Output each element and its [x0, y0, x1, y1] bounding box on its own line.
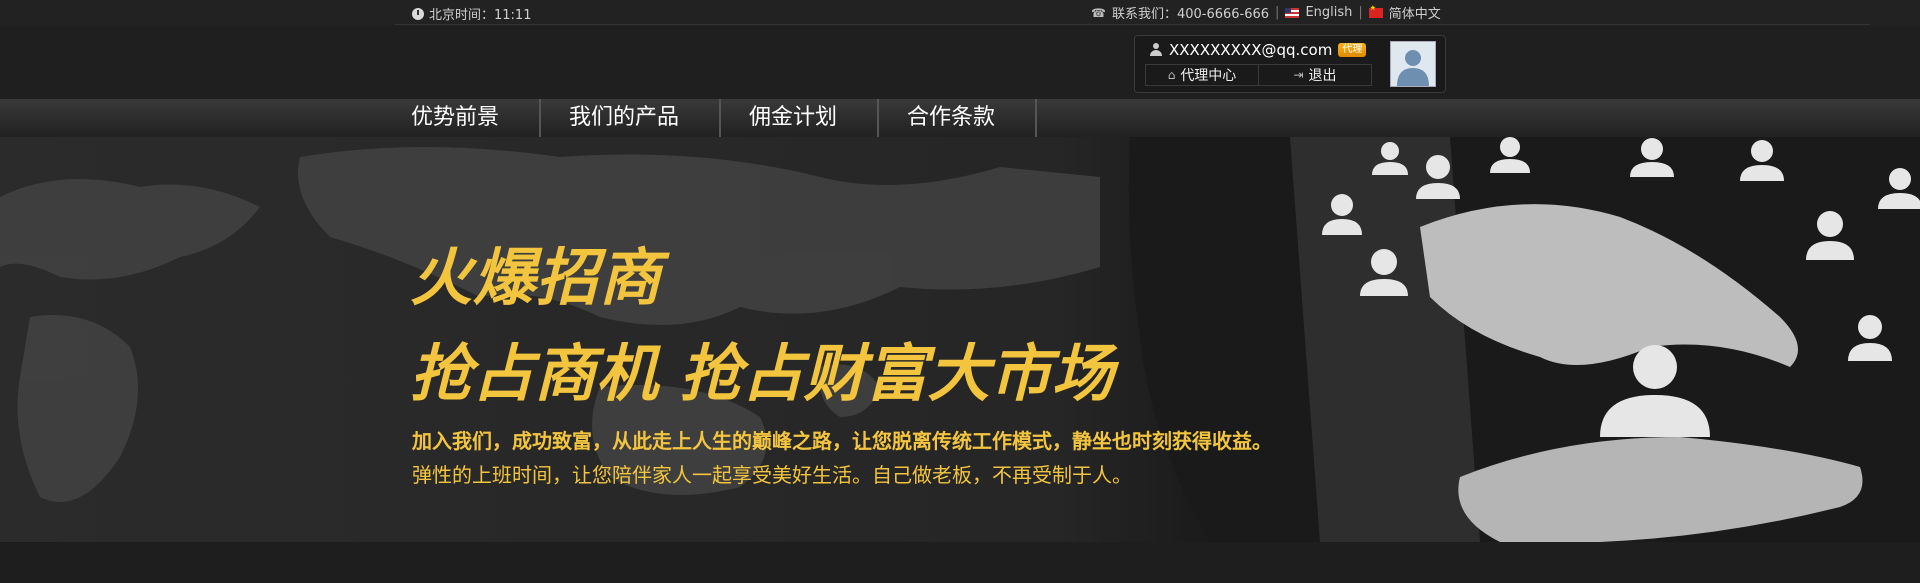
- chinese-link[interactable]: 简体中文: [1389, 3, 1441, 22]
- footer-strip: [0, 542, 1920, 583]
- agent-badge: 代理: [1338, 43, 1367, 57]
- banner-headline: 火爆招商: [410, 241, 663, 314]
- phone-icon: ☎: [1091, 5, 1106, 20]
- avatar[interactable]: [1390, 41, 1436, 87]
- header: [0, 26, 1920, 99]
- user-account: XXXXXXXXX@qq.com 代理: [1149, 41, 1367, 59]
- user-icon: [1149, 43, 1163, 57]
- english-link[interactable]: English: [1305, 5, 1352, 20]
- nav-item-products[interactable]: 我们的产品: [541, 99, 722, 137]
- logout-link[interactable]: ⇥ 退出: [1258, 65, 1371, 85]
- contact-label: 联系我们：400-6666-666: [1111, 7, 1270, 22]
- divider: |: [1275, 5, 1280, 20]
- us-flag-icon: [1285, 7, 1300, 18]
- exit-icon: ⇥: [1293, 68, 1304, 82]
- user-email: XXXXXXXXX@qq.com: [1169, 41, 1333, 59]
- user-actions: ⌂ 代理中心 ⇥ 退出: [1145, 64, 1372, 86]
- main-nav: 优势前景 我们的产品 佣金计划 合作条款: [0, 99, 1920, 137]
- beijing-time: 北京时间：11:11: [412, 4, 531, 23]
- agent-center-label: 代理中心: [1180, 68, 1237, 84]
- home-icon: ⌂: [1167, 68, 1176, 82]
- nav-item-terms[interactable]: 合作条款: [879, 99, 1038, 137]
- agent-center-link[interactable]: ⌂ 代理中心: [1146, 65, 1258, 85]
- top-utility-bar: 北京时间：11:11 ☎ 联系我们：400-6666-666 | English…: [0, 0, 1920, 26]
- banner-description-1: 加入我们，成功致富，从此走上人生的巅峰之路，让您脱离传统工作模式，静坐也时刻获得…: [412, 429, 1272, 453]
- clock-icon: [412, 7, 424, 20]
- nav-item-advantages[interactable]: 优势前景: [411, 99, 542, 137]
- top-links: ☎ 联系我们：400-6666-666 | English | 简体中文: [1091, 3, 1441, 23]
- cn-flag-icon: [1368, 4, 1383, 18]
- divider: [395, 24, 1870, 25]
- user-panel: XXXXXXXXX@qq.com 代理 ⌂ 代理中心 ⇥ 退出: [1134, 35, 1446, 93]
- time-label: 北京时间：11:11: [429, 8, 532, 23]
- logout-label: 退出: [1308, 68, 1337, 84]
- nav-item-commission[interactable]: 佣金计划: [721, 99, 880, 137]
- banner-description-2: 弹性的上班时间，让您陪伴家人一起享受美好生活。自己做老板，不再受制于人。: [412, 463, 1132, 487]
- banner-subheadline: 抢占商机 抢占财富大市场: [410, 337, 1114, 410]
- divider: |: [1358, 5, 1363, 20]
- hero-banner: 火爆招商 抢占商机 抢占财富大市场 加入我们，成功致富，从此走上人生的巅峰之路，…: [0, 137, 1920, 542]
